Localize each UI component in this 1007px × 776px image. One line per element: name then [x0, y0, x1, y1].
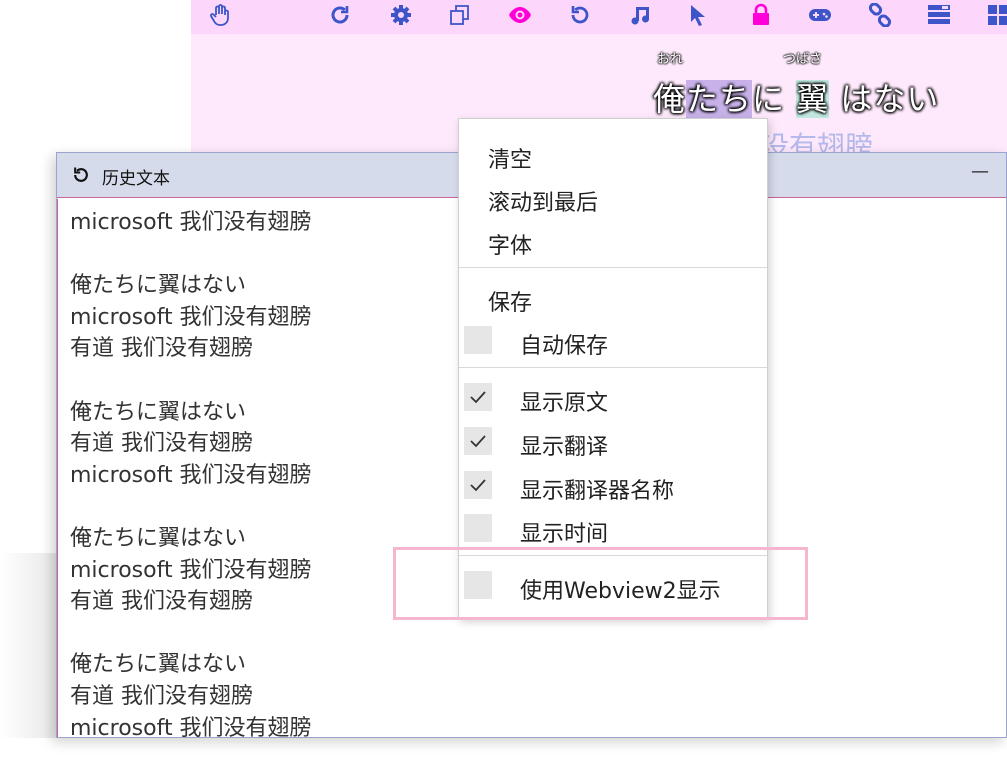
check-icon	[470, 391, 486, 404]
link-icon[interactable]	[865, 0, 895, 30]
jp-word-tsubasa: 翼	[796, 80, 830, 118]
menu-item-scroll-to-end[interactable]: 滚动到最后	[459, 177, 767, 220]
history-line: 有道 我们没有翅膀	[70, 336, 253, 362]
furigana-tsubasa: つばさ	[783, 52, 823, 67]
toolbar	[191, 0, 1007, 34]
menu-item-font[interactable]: 字体	[459, 220, 767, 263]
window-shadow	[0, 553, 62, 738]
music-icon[interactable]	[625, 0, 655, 30]
checkbox	[464, 427, 492, 455]
eye-icon[interactable]	[505, 0, 535, 30]
history-entry: 俺たちに翼はない 有道 我们没有翅膀 microsoft 我们没有翅膀	[70, 397, 470, 492]
checkbox	[464, 326, 492, 354]
menu-item-show-time[interactable]: 显示时间	[459, 508, 767, 551]
menu-item-save[interactable]: 保存	[459, 277, 767, 320]
menu-item-label: 显示翻译	[520, 435, 609, 460]
history-line: microsoft 我们没有翅膀	[70, 304, 312, 330]
furigana-ore: おれ	[657, 52, 684, 67]
jp-word-ni: に	[752, 80, 797, 118]
hand-icon[interactable]	[205, 0, 235, 30]
highlight-frame	[393, 547, 808, 620]
context-menu: 清空 滚动到最后 字体 保存 自动保存 显示原文 显示翻译 显示翻译器名称 显示…	[458, 118, 768, 619]
history-entry: microsoft 我们没有翅膀	[70, 207, 470, 239]
windows-icon[interactable]	[983, 0, 1007, 30]
gear-icon[interactable]	[386, 0, 416, 30]
checkbox	[464, 514, 492, 542]
history-line: 俺たちに翼はない	[70, 652, 247, 678]
layers-icon[interactable]	[924, 0, 954, 30]
menu-item-label: 清空	[488, 148, 533, 173]
history-line: microsoft 我们没有翅膀	[70, 715, 312, 741]
menu-item-clear[interactable]: 清空	[459, 134, 767, 177]
menu-separator	[459, 367, 767, 368]
jp-word-hanai: はない	[829, 80, 940, 118]
menu-item-label: 自动保存	[520, 334, 609, 359]
history-entry: 俺たちに翼はない microsoft 我们没有翅膀 有道 我们没有翅膀	[70, 270, 470, 365]
history-line: 有道 我们没有翅膀	[70, 683, 253, 709]
lock-icon[interactable]	[746, 0, 776, 30]
refresh-icon[interactable]	[325, 0, 355, 30]
jp-word-ore: 俺	[653, 80, 687, 118]
history-icon	[74, 167, 88, 182]
check-icon	[470, 435, 486, 448]
history-line: 有道 我们没有翅膀	[70, 431, 253, 457]
history-line: microsoft 我们没有翅膀	[70, 210, 312, 235]
history-line: 俺たちに翼はない	[70, 399, 247, 425]
menu-item-label: 保存	[488, 291, 533, 316]
menu-separator	[459, 267, 767, 268]
original-text-line: おれ つばさ 俺たちに 翼 はない	[653, 46, 953, 118]
check-icon	[470, 479, 486, 492]
minimize-button[interactable]: —	[970, 161, 990, 185]
checkbox	[464, 471, 492, 499]
menu-item-show-translator-name[interactable]: 显示翻译器名称	[459, 465, 767, 508]
menu-item-show-original[interactable]: 显示原文	[459, 377, 767, 420]
undo-icon[interactable]	[565, 0, 595, 30]
history-line: microsoft 我们没有翅膀	[70, 462, 312, 488]
menu-item-label: 显示时间	[520, 522, 609, 547]
jp-word-tachi: たち	[686, 80, 753, 118]
copy-icon[interactable]	[445, 0, 475, 30]
cursor-icon[interactable]	[683, 0, 713, 30]
menu-item-auto-save[interactable]: 自动保存	[459, 320, 767, 363]
menu-item-label: 显示原文	[520, 391, 609, 416]
checkbox	[464, 383, 492, 411]
history-list: microsoft 我们没有翅膀 俺たちに翼はない microsoft 我们没有翅膀…	[70, 207, 470, 776]
menu-item-label: 滚动到最后	[488, 191, 599, 216]
menu-item-show-translation[interactable]: 显示翻译	[459, 421, 767, 464]
menu-item-label: 显示翻译器名称	[520, 479, 675, 504]
history-entry: 俺たちに翼はない 有道 我们没有翅膀 microsoft 我们没有翅膀	[70, 649, 470, 744]
menu-item-label: 字体	[488, 234, 533, 259]
history-title: 历史文本	[102, 169, 170, 189]
history-line: 俺たちに翼はない	[70, 273, 247, 299]
gamepad-icon[interactable]	[805, 0, 835, 30]
